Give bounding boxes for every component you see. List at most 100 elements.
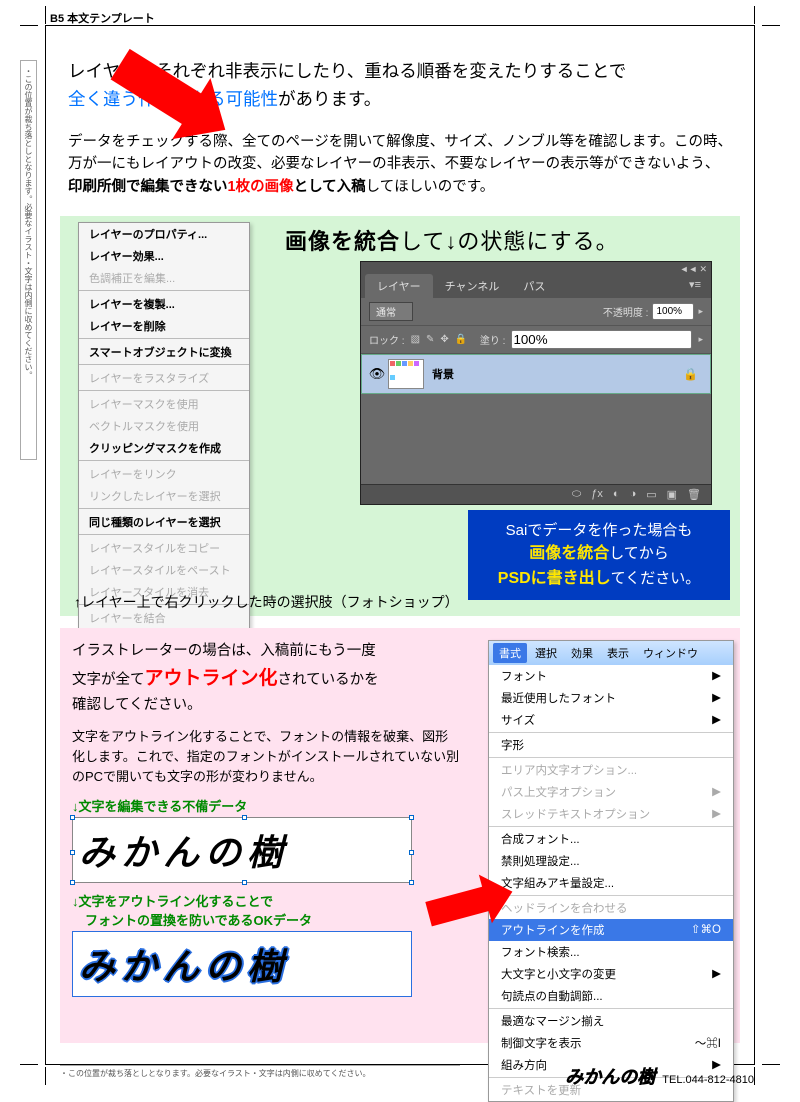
menu-layer-effects[interactable]: レイヤー効果... (79, 245, 249, 267)
mask-icon[interactable]: ◐ (613, 488, 620, 501)
sample-text-outlined: みかんの樹 (79, 947, 289, 987)
callout-line2b: してから (609, 545, 669, 562)
pink-body: 文字をアウトライン化することで、フォントの情報を破棄、図形化します。これで、指定… (72, 727, 460, 787)
menu-duplicate-layer[interactable]: レイヤーを複製... (79, 293, 249, 315)
menu-area-options: エリア内文字オプション... (489, 759, 733, 781)
callout-line3-yellow: PSDに書き出し (498, 570, 611, 587)
photoshop-section: 画像を統合して↓の状態にする。 レイヤーのプロパティ... レイヤー効果... … (60, 216, 740, 616)
menu-select-same-type[interactable]: 同じ種類のレイヤーを選択 (79, 511, 249, 533)
menubar-format[interactable]: 書式 (493, 643, 527, 663)
brand-logo-text: みかんの樹 (565, 1067, 655, 1087)
new-layer-icon[interactable]: ▣ (667, 488, 677, 501)
layer-thumbnail (388, 359, 424, 389)
menu-rasterize: レイヤーをラスタライズ (79, 367, 249, 389)
menu-create-outlines[interactable]: アウトラインを作成⇧⌘O (489, 919, 733, 941)
callout-line1: Saiでデータを作った場合も (506, 522, 693, 539)
menu-convert-smart-object[interactable]: スマートオブジェクトに変換 (79, 341, 249, 363)
illustrator-menubar: 書式 選択 効果 表示 ウィンドウ (489, 641, 733, 665)
pink-p1b: 文字が全て (72, 672, 145, 688)
lock-label: ロック : (369, 332, 405, 347)
lock-icon: 🔒 (683, 367, 698, 381)
menu-layer-properties[interactable]: レイヤーのプロパティ... (79, 223, 249, 245)
menubar-view[interactable]: 表示 (601, 643, 635, 663)
menu-composite-font[interactable]: 合成フォント... (489, 828, 733, 850)
illustrator-section: イラストレーターの場合は、入稿前にもう一度 文字が全てアウトライン化されているか… (60, 628, 740, 1043)
caption-good-data-1: ↓文字をアウトライン化することで (72, 891, 460, 910)
opacity-label: 不透明度 : (603, 304, 649, 319)
lock-brush-icon[interactable]: ✎ (426, 334, 434, 345)
adjustment-icon[interactable]: ◑ (630, 488, 637, 501)
trash-icon[interactable]: 🗑 (687, 488, 701, 501)
intro2-b: 印刷所側で編集できない (68, 179, 228, 195)
menu-clipping-mask[interactable]: クリッピングマスクを作成 (79, 437, 249, 459)
panel-collapse-icon[interactable]: ◄◄ (680, 264, 698, 272)
lock-all-icon[interactable]: 🔒 (455, 334, 467, 345)
sample-editable-text: みかんの樹 (72, 817, 412, 883)
menu-tone-edit: 色調補正を編集... (79, 267, 249, 289)
menu-fit-headline: ヘッドラインを合わせる (489, 897, 733, 919)
illustrator-type-menu: 書式 選択 効果 表示 ウィンドウ フォント▶ 最近使用したフォント▶ サイズ▶… (488, 640, 734, 1102)
opacity-input[interactable] (652, 303, 694, 320)
fx-icon[interactable]: ƒx (591, 488, 603, 501)
menu-smart-punctuation[interactable]: 句読点の自動調節... (489, 985, 733, 1007)
menu-copy-style: レイヤースタイルをコピー (79, 537, 249, 559)
callout-line3b: てください。 (611, 570, 701, 587)
template-header: B5 本文テンプレート (50, 10, 155, 26)
panel-menu-icon[interactable]: ▾≡ (683, 274, 707, 298)
menu-optical-margin[interactable]: 最適なマージン揃え (489, 1010, 733, 1032)
page-content: レイヤーはそれぞれ非表示にしたり、重ねる順番を変えたりすることで 全く違う作品に… (60, 45, 740, 1043)
intro2-a: データをチェックする際、全てのページを開いて解像度、サイズ、ノンブル等を確認しま… (68, 134, 732, 172)
menubar-select[interactable]: 選択 (529, 643, 563, 663)
lock-pixels-icon[interactable]: ▧ (411, 334, 420, 345)
menu-path-options: パス上文字オプション▶ (489, 781, 733, 803)
intro2-e: してほしいのです。 (366, 179, 495, 195)
chevron-down-icon[interactable]: ▸ (698, 334, 703, 345)
folder-icon[interactable]: ▭ (646, 488, 656, 501)
bleed-note-bottom: ・この位置が裁ち落としとなります。必要なイラスト・文字は内側に収めてください。 (60, 1065, 460, 1079)
menu-vector-mask: ベクトルマスクを使用 (79, 415, 249, 437)
menu-font[interactable]: フォント▶ (489, 665, 733, 687)
menu-find-font[interactable]: フォント検索... (489, 941, 733, 963)
menu-show-hidden[interactable]: 制御文字を表示〜⌘I (489, 1032, 733, 1054)
pink-p1d: されているかを (278, 672, 379, 688)
visibility-eye-icon[interactable]: 👁 (366, 366, 388, 382)
menu-mojikumi[interactable]: 文字組みアキ量設定... (489, 872, 733, 894)
caption-good-data-2: フォントの置換を防いであるOKデータ (72, 910, 460, 929)
panel-close-icon[interactable]: ✕ (699, 264, 707, 272)
pink-p1a: イラストレーターの場合は、入稿前にもう一度 (72, 643, 376, 659)
panel-footer: ⬭ ƒx ◐ ◑ ▭ ▣ 🗑 (361, 484, 711, 504)
callout-line2-yellow: 画像を統合 (529, 545, 609, 562)
footer-brand: みかんの樹 TEL.044-812-4810 (565, 1063, 754, 1089)
tab-layers[interactable]: レイヤー (365, 274, 433, 298)
menu-glyphs[interactable]: 字形 (489, 734, 733, 756)
fill-label: 塗り : (480, 332, 506, 347)
menu-change-case[interactable]: 大文字と小文字の変更▶ (489, 963, 733, 985)
pink-p1e: 確認してください。 (72, 697, 202, 713)
menubar-effect[interactable]: 効果 (565, 643, 599, 663)
lock-move-icon[interactable]: ✥ (440, 334, 448, 345)
chevron-down-icon[interactable]: ▸ (698, 306, 703, 317)
menu-link-layers: レイヤーをリンク (79, 463, 249, 485)
menu-thread-options: スレッドテキストオプション▶ (489, 803, 733, 825)
caption-bad-data: ↓文字を編集できる不備データ (72, 796, 460, 815)
menu-layer-mask: レイヤーマスクを使用 (79, 393, 249, 415)
menu-recent-font[interactable]: 最近使用したフォント▶ (489, 687, 733, 709)
pink-p1c: アウトライン化 (145, 668, 278, 689)
menubar-window[interactable]: ウィンドウ (637, 643, 704, 663)
menu-delete-layer[interactable]: レイヤーを削除 (79, 315, 249, 337)
menu-select-linked: リンクしたレイヤーを選択 (79, 485, 249, 507)
sample-text: みかんの樹 (79, 833, 289, 873)
footer-telephone: TEL.044-812-4810 (662, 1074, 754, 1086)
sai-callout: Saiでデータを作った場合も 画像を統合してから PSDに書き出してください。 (468, 510, 730, 601)
bleed-note-left: ・この位置が裁ち落としとなります。必要なイラスト・文字は内側に収めてください。 (20, 60, 37, 460)
sample-outlined-text: みかんの樹 (72, 931, 412, 997)
green-caption: ↑レイヤー上で右クリックした時の選択肢（フォトショップ） (74, 592, 459, 612)
menu-size[interactable]: サイズ▶ (489, 709, 733, 731)
menu-kinsoku[interactable]: 禁則処理設定... (489, 850, 733, 872)
blend-mode-dropdown[interactable]: 通常 (369, 302, 413, 321)
menu-paste-style: レイヤースタイルをペースト (79, 559, 249, 581)
pink-intro: イラストレーターの場合は、入稿前にもう一度 文字が全てアウトライン化されているか… (72, 640, 460, 717)
link-icon[interactable]: ⬭ (572, 488, 581, 501)
intro-paragraph: データをチェックする際、全てのページを開いて解像度、サイズ、ノンブル等を確認しま… (60, 121, 740, 216)
intro-text-c: があります。 (278, 89, 381, 109)
